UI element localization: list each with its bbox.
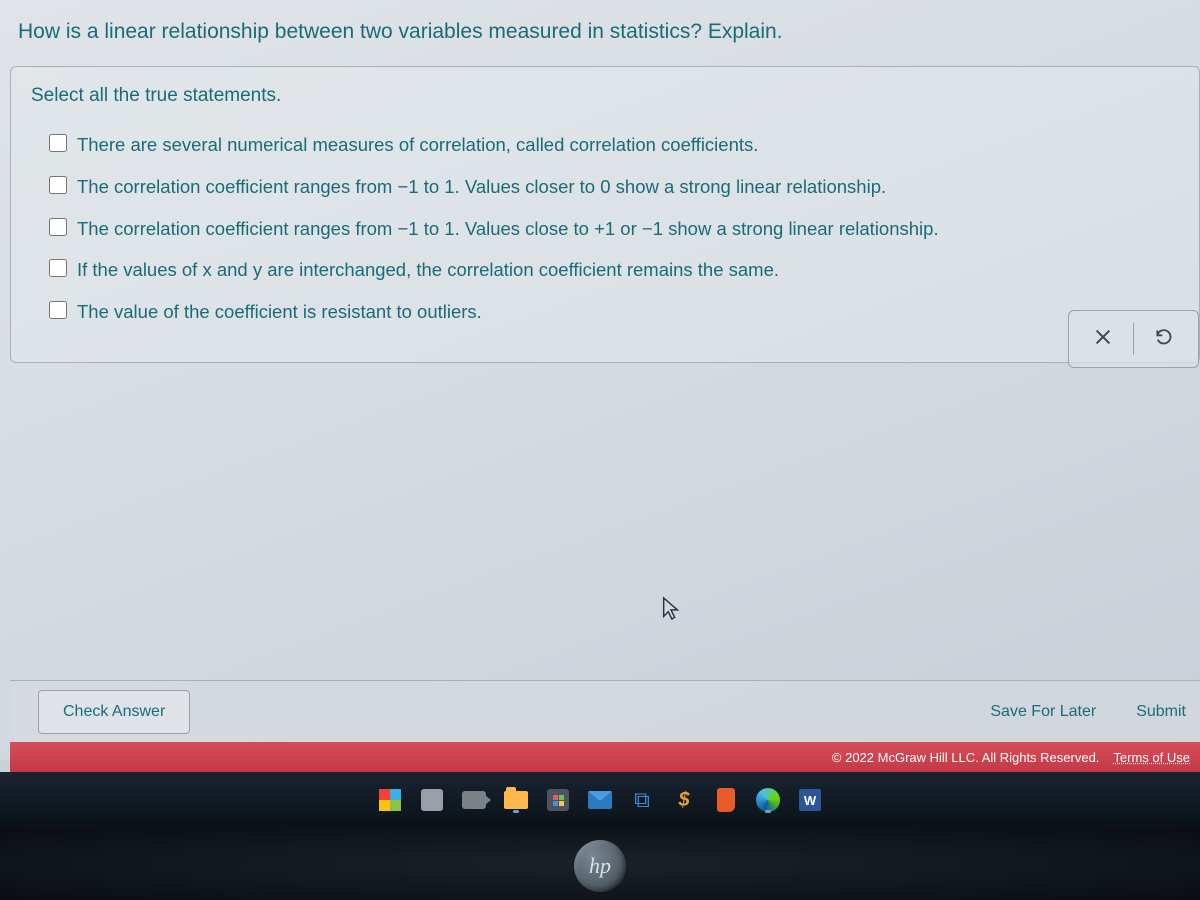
option-checkbox-3[interactable]	[49, 259, 67, 277]
option-label-0[interactable]: There are several numerical measures of …	[77, 131, 758, 159]
copyright-text: © 2022 McGraw Hill LLC. All Rights Reser…	[832, 750, 1100, 765]
save-for-later-link[interactable]: Save For Later	[990, 703, 1096, 721]
word-app-icon[interactable]: W	[795, 785, 825, 815]
task-view-icon[interactable]	[417, 785, 447, 815]
windows-taskbar: ⧉ $ W	[0, 772, 1200, 828]
microsoft-store-icon[interactable]	[543, 785, 573, 815]
option-row: If the values of x and y are interchange…	[49, 256, 1179, 284]
option-label-1[interactable]: The correlation coefficient ranges from …	[77, 173, 886, 201]
copyright-bar: © 2022 McGraw Hill LLC. All Rights Reser…	[10, 742, 1200, 772]
instruction-text: Select all the true statements.	[31, 85, 1179, 107]
option-checkbox-2[interactable]	[49, 218, 67, 236]
option-checkbox-0[interactable]	[49, 134, 67, 152]
check-answer-button[interactable]: Check Answer	[38, 690, 190, 734]
x-icon	[1093, 327, 1113, 350]
camera-app-icon[interactable]	[459, 785, 489, 815]
tool-divider	[1133, 323, 1134, 355]
terms-of-use-link[interactable]: Terms of Use	[1113, 750, 1190, 765]
clear-button[interactable]	[1075, 319, 1131, 359]
finance-app-icon[interactable]: $	[669, 785, 699, 815]
option-label-3[interactable]: If the values of x and y are interchange…	[77, 256, 779, 284]
cursor-icon	[660, 596, 682, 627]
dropbox-icon[interactable]: ⧉	[627, 785, 657, 815]
submit-button[interactable]: Submit	[1136, 703, 1186, 721]
option-row: The correlation coefficient ranges from …	[49, 215, 1179, 243]
options-list: There are several numerical measures of …	[31, 131, 1179, 326]
option-row: The value of the coefficient is resistan…	[49, 298, 1179, 326]
edge-browser-icon[interactable]	[753, 785, 783, 815]
undo-button[interactable]	[1136, 319, 1192, 359]
undo-icon	[1154, 327, 1174, 350]
option-label-4[interactable]: The value of the coefficient is resistan…	[77, 298, 482, 326]
laptop-bezel: hp	[0, 828, 1200, 900]
tool-buttons	[1068, 310, 1199, 368]
option-label-2[interactable]: The correlation coefficient ranges from …	[77, 215, 939, 243]
file-explorer-icon[interactable]	[501, 785, 531, 815]
hp-logo-icon: hp	[574, 840, 626, 892]
answer-panel: Select all the true statements. There ar…	[10, 66, 1200, 363]
start-menu-icon[interactable]	[375, 785, 405, 815]
mail-app-icon[interactable]	[585, 785, 615, 815]
office-app-icon[interactable]	[711, 785, 741, 815]
option-checkbox-1[interactable]	[49, 176, 67, 194]
option-checkbox-4[interactable]	[49, 301, 67, 319]
option-row: There are several numerical measures of …	[49, 131, 1179, 159]
option-row: The correlation coefficient ranges from …	[49, 173, 1179, 201]
question-content: How is a linear relationship between two…	[0, 0, 1200, 760]
bottom-action-bar: Check Answer Save For Later Submit	[10, 680, 1200, 742]
question-title: How is a linear relationship between two…	[0, 0, 1200, 56]
